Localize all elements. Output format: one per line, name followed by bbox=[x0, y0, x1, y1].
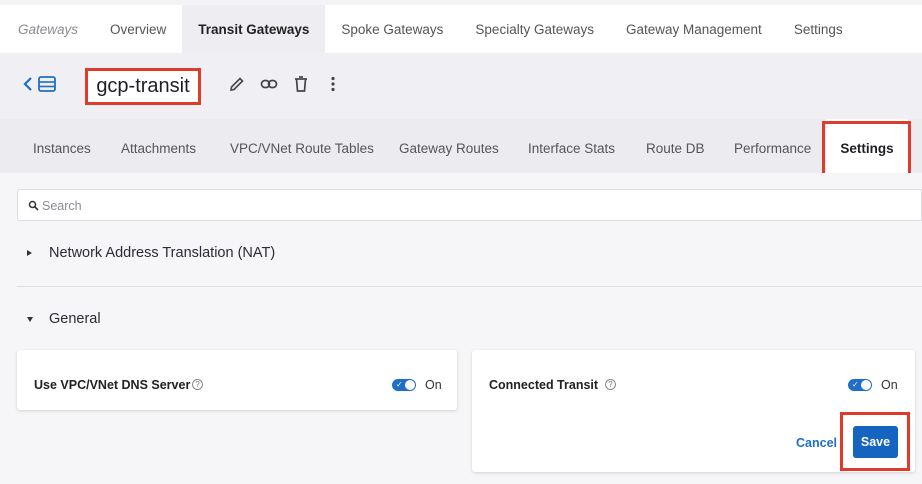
search-icon bbox=[28, 200, 39, 211]
page-title: gcp-transit bbox=[96, 75, 190, 97]
connected-transit-label: Connected Transit bbox=[489, 378, 599, 392]
section-nat[interactable]: Network Address Translation (NAT) bbox=[17, 221, 922, 287]
check-icon: ✓ bbox=[852, 380, 859, 389]
check-icon: ✓ bbox=[396, 380, 403, 389]
save-button[interactable]: Save bbox=[853, 426, 898, 458]
subtab-performance[interactable]: Performance bbox=[734, 119, 811, 173]
section-nat-label: Network Address Translation (NAT) bbox=[49, 245, 276, 261]
subtab-route-db[interactable]: Route DB bbox=[646, 119, 705, 173]
subtab-attachments[interactable]: Attachments bbox=[121, 119, 196, 173]
edit-pencil-icon[interactable] bbox=[228, 75, 246, 93]
dns-server-label: Use VPC/VNet DNS Server bbox=[34, 378, 191, 392]
back-chevron-icon[interactable] bbox=[22, 75, 34, 93]
dns-server-card: Use VPC/VNet DNS Server ? ✓ On bbox=[17, 350, 457, 410]
tab-gateway-management[interactable]: Gateway Management bbox=[610, 5, 778, 53]
dns-server-toggle[interactable]: ✓ bbox=[392, 379, 416, 391]
tab-spoke-gateways[interactable]: Spoke Gateways bbox=[325, 5, 459, 53]
subtab-vpc-vnet-route-tables[interactable]: VPC/VNet Route Tables bbox=[230, 119, 374, 173]
link-icon[interactable] bbox=[260, 75, 278, 93]
settings-content: Network Address Translation (NAT) Genera… bbox=[0, 173, 922, 484]
list-icon[interactable] bbox=[38, 76, 56, 92]
expand-down-icon bbox=[27, 317, 33, 322]
search-input[interactable] bbox=[42, 196, 902, 216]
dns-server-toggle-state: On bbox=[425, 378, 442, 392]
gateway-title-highlight: gcp-transit bbox=[85, 68, 201, 105]
search-bar bbox=[17, 189, 922, 221]
help-icon[interactable]: ? bbox=[192, 379, 203, 390]
connected-transit-toggle-state: On bbox=[881, 378, 898, 392]
help-icon[interactable]: ? bbox=[605, 379, 616, 390]
gateway-subtabs: Instances Attachments VPC/VNet Route Tab… bbox=[0, 119, 922, 173]
connected-transit-toggle[interactable]: ✓ bbox=[848, 379, 872, 391]
subtab-gateway-routes[interactable]: Gateway Routes bbox=[399, 119, 499, 173]
settings-tab-highlight bbox=[822, 121, 911, 181]
more-vertical-icon[interactable] bbox=[324, 75, 342, 93]
section-general-label: General bbox=[49, 311, 101, 327]
tab-specialty-gateways[interactable]: Specialty Gateways bbox=[459, 5, 610, 53]
gateway-header: gcp-transit bbox=[0, 53, 922, 119]
expand-right-icon bbox=[27, 250, 32, 256]
tab-transit-gateways[interactable]: Transit Gateways bbox=[182, 5, 326, 53]
breadcrumb-gateways[interactable]: Gateways bbox=[0, 5, 94, 53]
subtab-instances[interactable]: Instances bbox=[33, 119, 91, 173]
top-nav: Gateways Overview Transit Gateways Spoke… bbox=[0, 5, 922, 53]
subtab-interface-stats[interactable]: Interface Stats bbox=[528, 119, 615, 173]
tab-settings[interactable]: Settings bbox=[778, 5, 859, 53]
cancel-button[interactable]: Cancel bbox=[796, 436, 837, 450]
tab-overview[interactable]: Overview bbox=[94, 5, 182, 53]
trash-icon[interactable] bbox=[292, 75, 310, 93]
section-general[interactable]: General bbox=[17, 287, 922, 353]
